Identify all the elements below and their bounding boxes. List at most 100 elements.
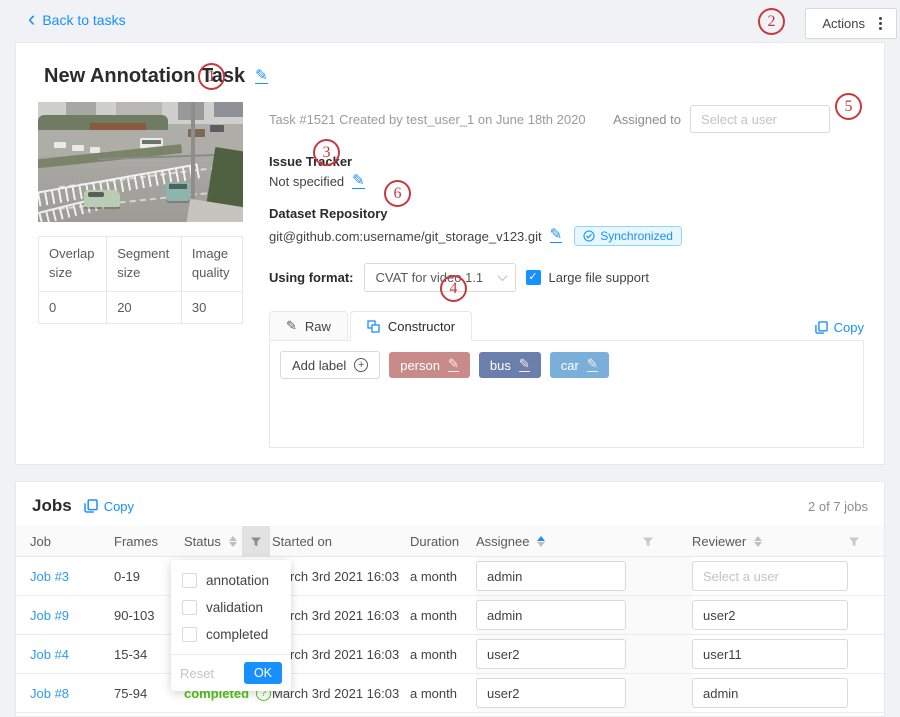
job-started: March 3rd 2021 16:03	[272, 647, 410, 662]
job-duration: a month	[410, 686, 476, 701]
jobs-table-header: Job Frames Status Started on Duration As…	[16, 526, 884, 557]
annotation-circle-5: 5	[835, 93, 862, 120]
job-assignee-input[interactable]	[476, 678, 626, 708]
issue-tracker-value: Not specified	[269, 174, 344, 189]
job-assignee-input[interactable]	[476, 600, 626, 630]
edit-label-icon[interactable]: ✎	[519, 358, 530, 372]
checkbox-unchecked-icon[interactable]	[182, 600, 197, 615]
tab-constructor[interactable]: Constructor	[350, 311, 472, 341]
col-frames[interactable]: Frames	[114, 534, 184, 549]
job-row: Job #8 75-94 completed ? March 3rd 2021 …	[16, 674, 884, 713]
param-value-quality: 30	[181, 291, 242, 323]
tab-constructor-label: Constructor	[388, 319, 455, 334]
job-assignee-input[interactable]	[476, 561, 626, 591]
col-started-on[interactable]: Started on	[272, 534, 410, 549]
filter-option-label: completed	[206, 627, 268, 642]
back-to-tasks-link[interactable]: ‹ Back to tasks	[28, 12, 126, 28]
jobs-copy-label: Copy	[104, 499, 134, 514]
sync-status-badge: Synchronized	[574, 226, 682, 246]
large-file-support-checkbox[interactable]: ✓ Large file support	[526, 270, 649, 285]
tab-raw[interactable]: ✎ Raw	[269, 311, 348, 341]
label-tag-car-name: car	[561, 358, 579, 373]
edit-issue-tracker-icon[interactable]: ✎	[352, 175, 365, 189]
param-header-quality: Image quality	[181, 237, 242, 292]
edit-repository-icon[interactable]: ✎	[550, 229, 563, 243]
sort-carets-icon[interactable]	[229, 536, 237, 547]
plus-circle-icon: +	[354, 358, 368, 372]
checkbox-unchecked-icon[interactable]	[182, 627, 197, 642]
filter-ok-button[interactable]: OK	[244, 662, 282, 684]
chevron-down-icon	[497, 271, 507, 281]
job-reviewer-input[interactable]	[692, 600, 848, 630]
filter-option-validation[interactable]: validation	[171, 594, 291, 621]
back-chevron-icon: ‹	[28, 12, 35, 26]
job-link[interactable]: Job #9	[30, 608, 114, 623]
job-row: Job #9 90-103 March 3rd 2021 16:03 a mon…	[16, 596, 884, 635]
filter-option-label: validation	[206, 600, 263, 615]
job-started: March 3rd 2021 16:03	[272, 608, 410, 623]
job-reviewer-input[interactable]	[692, 561, 848, 591]
block-icon	[367, 320, 380, 333]
status-filter-icon[interactable]	[242, 526, 270, 557]
label-tag-person-name: person	[400, 358, 440, 373]
task-preview-image	[38, 102, 243, 222]
filter-option-label: annotation	[206, 573, 269, 588]
job-row: Job #4 15-34 March 3rd 2021 16:03 a mont…	[16, 635, 884, 674]
task-params-table: Overlap size Segment size Image quality …	[38, 236, 243, 324]
assigned-to-input[interactable]	[690, 105, 830, 133]
edit-label-icon[interactable]: ✎	[448, 358, 459, 372]
sync-badge-label: Synchronized	[600, 229, 673, 243]
param-header-segment: Segment size	[107, 237, 182, 292]
sort-carets-icon[interactable]	[754, 536, 762, 547]
tab-raw-label: Raw	[305, 319, 331, 334]
job-started: March 3rd 2021 16:03	[272, 569, 410, 584]
filter-option-annotation[interactable]: annotation	[171, 567, 291, 594]
actions-label: Actions	[822, 16, 865, 31]
task-left-column: Overlap size Segment size Image quality …	[38, 102, 243, 448]
label-tag-person[interactable]: person ✎	[389, 352, 470, 378]
job-link[interactable]: Job #8	[30, 686, 114, 701]
annotation-circle-4: 4	[440, 275, 467, 302]
pencil-icon: ✎	[286, 318, 297, 334]
label-tag-car[interactable]: car ✎	[550, 352, 609, 378]
col-assignee[interactable]: Assignee	[476, 534, 634, 549]
copy-icon	[84, 499, 98, 513]
filter-option-completed[interactable]: completed	[171, 621, 291, 648]
back-link-label: Back to tasks	[42, 12, 125, 28]
issue-tracker-label: Issue Tracker	[269, 154, 864, 169]
job-row: Job #3 0-19 March 3rd 2021 16:03 a month	[16, 557, 884, 596]
job-link[interactable]: Job #3	[30, 569, 114, 584]
col-status[interactable]: Status	[184, 534, 242, 549]
add-label-button[interactable]: Add label +	[280, 351, 380, 379]
copy-icon	[815, 321, 828, 334]
sort-carets-icon[interactable]	[537, 536, 545, 547]
format-select-value: CVAT for video 1.1	[376, 270, 484, 285]
status-filter-dropdown: annotation validation completed Reset OK	[171, 560, 291, 691]
filter-reset-button[interactable]: Reset	[180, 666, 214, 681]
edit-title-icon[interactable]: ✎	[255, 70, 268, 84]
reviewer-filter-icon[interactable]	[840, 526, 868, 557]
col-job[interactable]: Job	[30, 534, 114, 549]
job-duration: a month	[410, 647, 476, 662]
job-reviewer-input[interactable]	[692, 678, 848, 708]
annotation-circle-6: 6	[384, 180, 411, 207]
col-duration[interactable]: Duration	[410, 534, 476, 549]
labels-copy-link[interactable]: Copy	[815, 320, 864, 335]
jobs-copy-link[interactable]: Copy	[84, 499, 134, 514]
task-details-card: New Annotation Task ✎ Overlap size	[15, 42, 885, 465]
checkbox-unchecked-icon[interactable]	[182, 573, 197, 588]
assignee-filter-icon[interactable]	[634, 526, 662, 557]
job-assignee-input[interactable]	[476, 639, 626, 669]
annotation-circle-3: 3	[313, 139, 340, 166]
large-file-support-label: Large file support	[549, 270, 649, 285]
assigned-to-label: Assigned to	[613, 112, 681, 127]
job-link[interactable]: Job #4	[30, 647, 114, 662]
label-tag-bus[interactable]: bus ✎	[479, 352, 541, 378]
edit-label-icon[interactable]: ✎	[587, 358, 598, 372]
col-reviewer-label: Reviewer	[692, 534, 746, 549]
col-assignee-label: Assignee	[476, 534, 529, 549]
actions-button[interactable]: Actions	[805, 8, 897, 39]
col-reviewer[interactable]: Reviewer	[692, 534, 840, 549]
job-duration: a month	[410, 608, 476, 623]
job-reviewer-input[interactable]	[692, 639, 848, 669]
